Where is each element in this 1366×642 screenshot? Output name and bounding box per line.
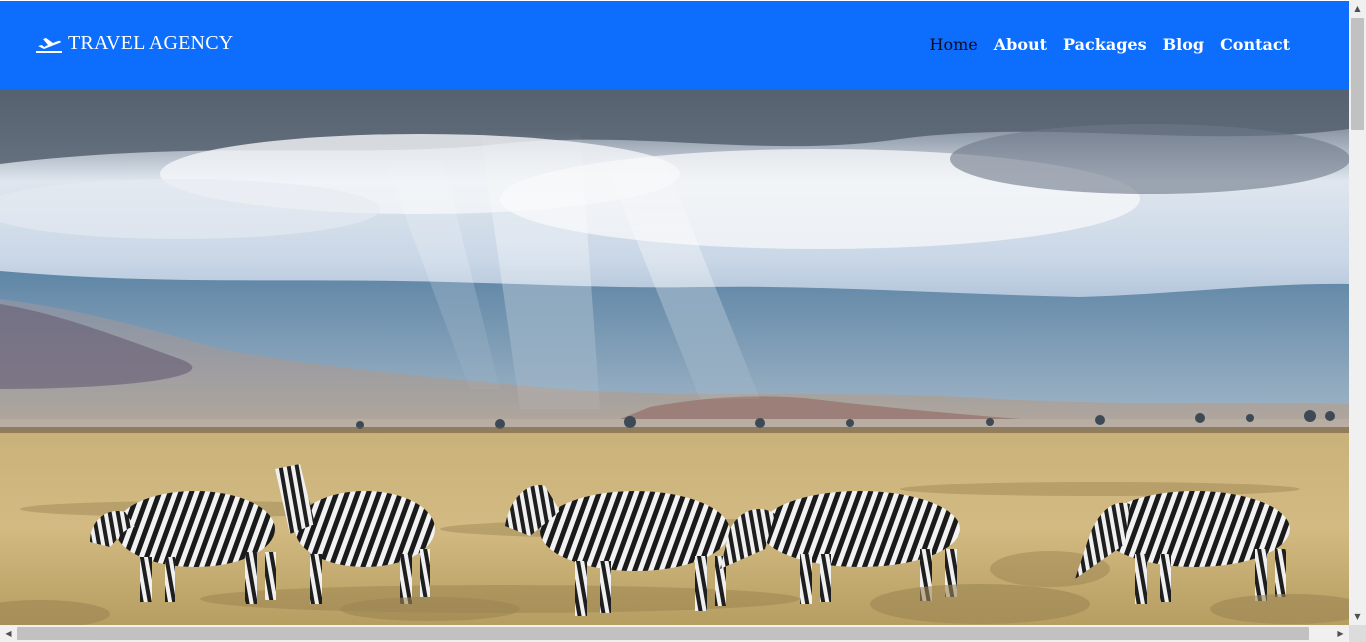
scroll-down-arrow-icon[interactable]: ▼ — [1349, 608, 1366, 625]
scrollbar-corner — [1349, 625, 1366, 642]
hero-image — [0, 89, 1349, 625]
nav-contact[interactable]: Contact — [1220, 35, 1290, 54]
page-viewport: TRAVEL AGENCY Home About Packages Blog C… — [0, 0, 1349, 625]
scroll-up-arrow-icon[interactable]: ▲ — [1349, 0, 1366, 17]
vertical-scrollbar[interactable]: ▲ ▼ — [1349, 0, 1366, 625]
main-nav: Home About Packages Blog Contact — [930, 35, 1290, 54]
horizontal-scroll-thumb[interactable] — [17, 627, 1309, 640]
horizontal-scrollbar[interactable]: ◀ ▶ — [0, 625, 1349, 642]
vertical-scroll-thumb[interactable] — [1351, 18, 1364, 130]
plane-departure-icon — [36, 37, 62, 53]
scroll-left-arrow-icon[interactable]: ◀ — [0, 625, 17, 642]
nav-about[interactable]: About — [994, 35, 1047, 54]
nav-packages[interactable]: Packages — [1063, 35, 1147, 54]
brand-name: TRAVEL AGENCY — [68, 32, 234, 54]
scroll-right-arrow-icon[interactable]: ▶ — [1332, 625, 1349, 642]
brand-logo[interactable]: TRAVEL AGENCY — [36, 32, 233, 55]
navbar: TRAVEL AGENCY Home About Packages Blog C… — [0, 1, 1349, 89]
savanna-zebras-photo — [0, 89, 1349, 625]
nav-blog[interactable]: Blog — [1163, 35, 1204, 54]
nav-home[interactable]: Home — [930, 35, 978, 54]
